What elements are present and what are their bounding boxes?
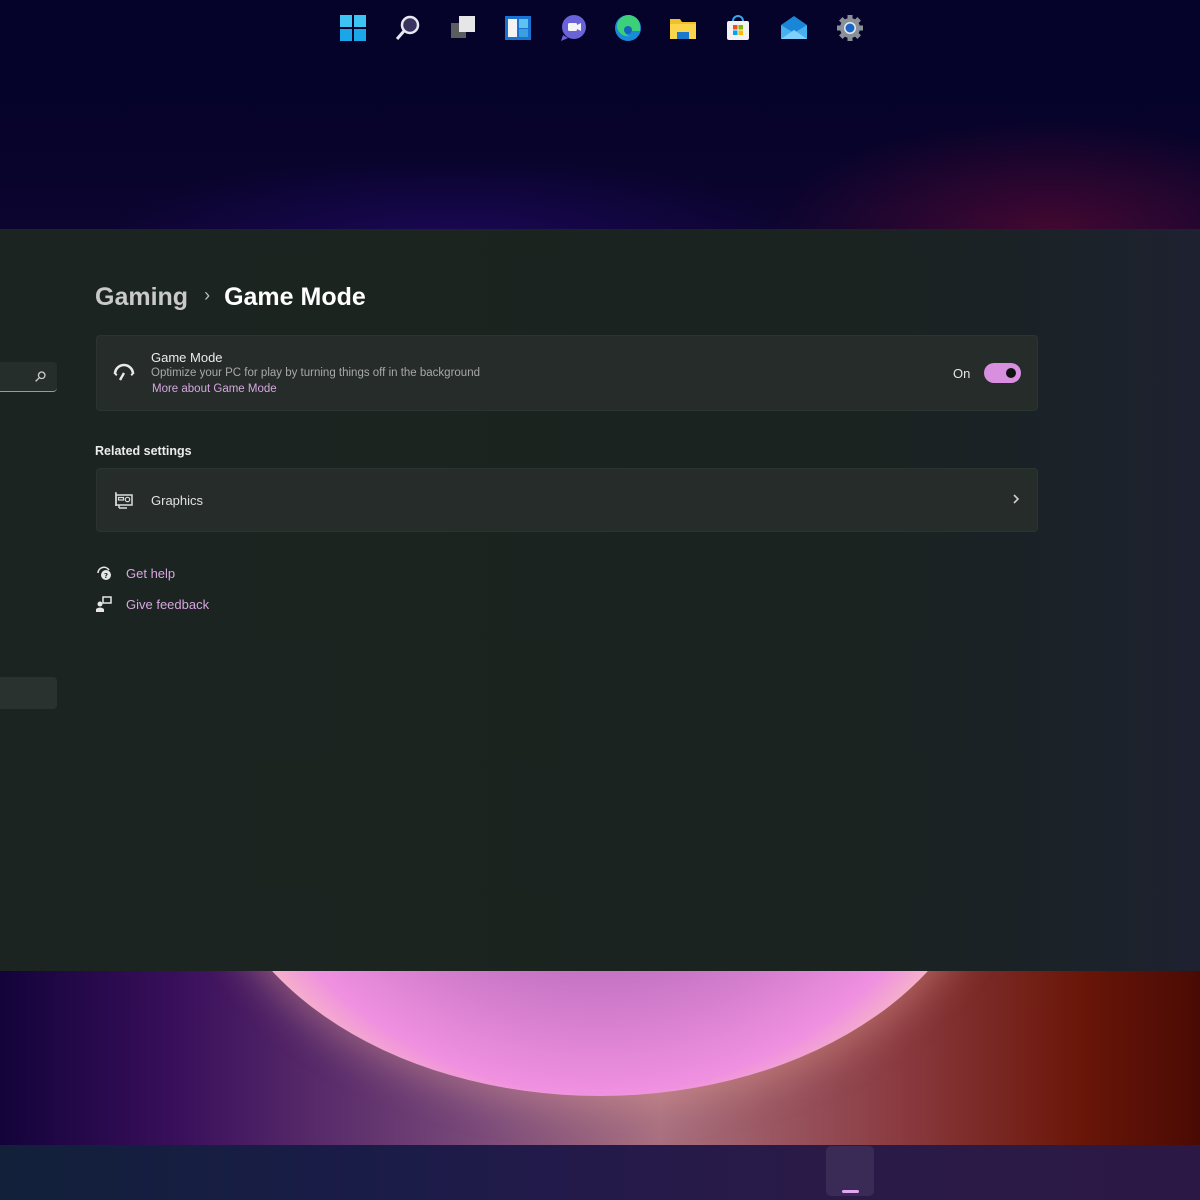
speedometer-icon (113, 363, 135, 381)
toggle-knob (1006, 368, 1016, 378)
taskbar-settings-button[interactable] (833, 12, 867, 44)
desktop-wallpaper-top (0, 0, 1200, 230)
taskbar-file-explorer-button[interactable] (666, 12, 700, 44)
widgets-icon (505, 16, 531, 40)
search-icon (35, 371, 46, 382)
wallpaper-bloom (210, 971, 990, 1096)
breadcrumb: Gaming › Game Mode (95, 283, 366, 312)
active-app-indicator (842, 1190, 859, 1193)
search-icon (395, 15, 420, 40)
windows-start-icon (340, 15, 366, 41)
get-help-link[interactable]: ? Get help (95, 564, 175, 582)
graphics-settings-item[interactable]: Graphics (96, 468, 1038, 532)
settings-gear-icon (837, 15, 863, 41)
feedback-icon (96, 596, 112, 612)
graphics-card-icon (115, 492, 133, 509)
game-mode-description: Optimize your PC for play by turning thi… (151, 367, 480, 379)
store-icon (727, 15, 749, 40)
page-title: Game Mode (224, 283, 366, 311)
edge-browser-icon (615, 14, 641, 41)
toggle-state-label: On (953, 366, 971, 381)
taskbar-widgets-button[interactable] (501, 12, 535, 44)
game-mode-title: Game Mode (151, 350, 223, 365)
taskbar (0, 1145, 1200, 1200)
desktop-wallpaper-bottom (0, 971, 1200, 1145)
sidebar-item-gaming-selected[interactable] (0, 677, 57, 709)
taskbar-chat-button[interactable] (556, 12, 590, 44)
settings-search-input[interactable] (0, 362, 57, 392)
taskbar-search-button[interactable] (391, 12, 425, 44)
taskbar-store-button[interactable] (721, 12, 755, 44)
taskbar-task-view-button[interactable] (446, 12, 480, 44)
svg-text:?: ? (104, 572, 108, 580)
related-settings-heading: Related settings (95, 444, 192, 458)
game-mode-toggle[interactable] (984, 363, 1021, 383)
get-help-label: Get help (126, 565, 176, 581)
give-feedback-link[interactable]: Give feedback (95, 595, 209, 613)
give-feedback-label: Give feedback (126, 596, 210, 612)
taskbar-start-button[interactable] (336, 12, 370, 44)
taskbar-mail-button[interactable] (777, 12, 811, 44)
taskbar-edge-button[interactable] (611, 12, 645, 44)
taskbar-active-highlight (826, 1146, 874, 1196)
breadcrumb-gaming[interactable]: Gaming (95, 283, 188, 312)
more-about-game-mode-link[interactable]: More about Game Mode (152, 383, 277, 395)
task-view-icon (451, 16, 475, 38)
chevron-right-icon (1013, 494, 1020, 504)
game-mode-card: Game Mode Optimize your PC for play by t… (96, 335, 1038, 411)
help-chat-icon: ? (97, 566, 111, 580)
graphics-label: Graphics (151, 493, 204, 508)
breadcrumb-separator: › (204, 285, 211, 305)
folder-icon (670, 19, 696, 39)
teams-chat-icon (561, 15, 586, 41)
mail-icon (781, 16, 807, 39)
